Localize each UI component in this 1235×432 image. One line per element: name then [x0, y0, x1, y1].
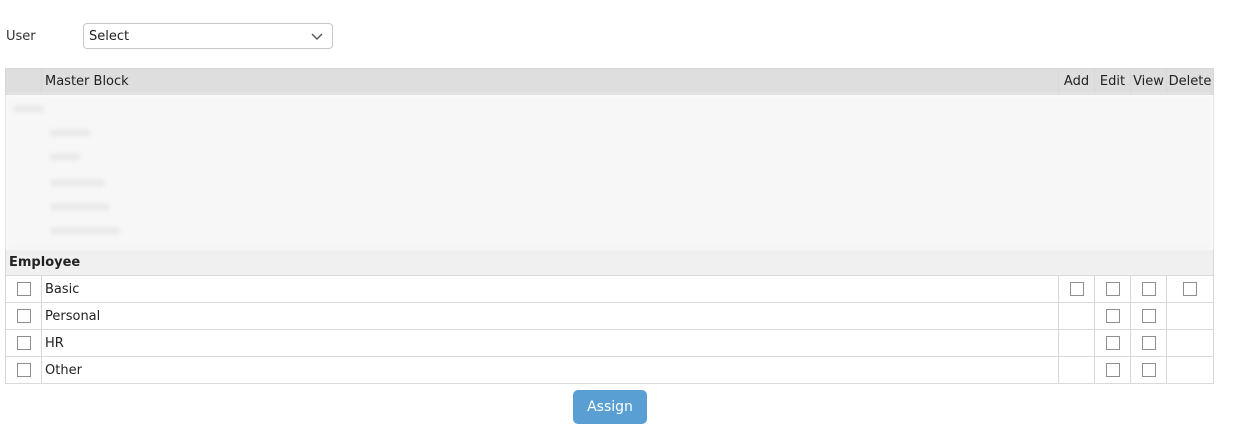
add-cell	[1059, 303, 1095, 329]
table-row: HR	[6, 330, 1213, 357]
section-employee: Employee	[6, 250, 1213, 276]
row-select-cell	[6, 330, 42, 356]
view-checkbox[interactable]	[1141, 336, 1156, 350]
edit-checkbox[interactable]	[1105, 282, 1120, 296]
row-select-checkbox[interactable]	[16, 363, 31, 377]
header-master-block: Master Block	[42, 69, 1059, 94]
user-selector-row: User Select	[6, 22, 333, 50]
header-delete: Delete	[1168, 74, 1212, 89]
row-label: Basic	[42, 276, 1059, 302]
view-cell	[1131, 303, 1167, 329]
add-checkbox[interactable]	[1069, 282, 1084, 296]
table-header: Master Block Add Edit View Delete	[6, 69, 1213, 95]
delete-checkbox[interactable]	[1183, 282, 1197, 296]
edit-cell	[1095, 330, 1131, 356]
user-label: User	[6, 28, 36, 44]
delete-cell	[1167, 330, 1213, 356]
row-select-checkbox[interactable]	[16, 282, 31, 296]
delete-cell	[1167, 303, 1213, 329]
add-cell	[1059, 276, 1095, 302]
row-select-cell	[6, 357, 42, 383]
delete-cell	[1167, 276, 1213, 302]
row-label: HR	[42, 330, 1059, 356]
view-cell	[1131, 276, 1167, 302]
header-checkbox-col	[6, 69, 42, 94]
permissions-table: Master Block Add Edit View Delete Employ…	[5, 68, 1214, 384]
delete-cell	[1167, 357, 1213, 383]
user-select-value: Select	[89, 28, 130, 44]
edit-checkbox[interactable]	[1105, 336, 1120, 350]
view-cell	[1131, 357, 1167, 383]
header-edit: Edit	[1095, 69, 1131, 94]
row-select-checkbox[interactable]	[16, 309, 31, 323]
view-checkbox[interactable]	[1141, 282, 1156, 296]
row-label: Personal	[42, 303, 1059, 329]
view-checkbox[interactable]	[1141, 309, 1156, 323]
header-add: Add	[1059, 69, 1095, 94]
assign-button[interactable]: Assign	[573, 390, 647, 424]
view-cell	[1131, 330, 1167, 356]
row-select-checkbox[interactable]	[16, 336, 31, 350]
table-row: Basic	[6, 276, 1213, 303]
add-cell	[1059, 330, 1095, 356]
table-row: Personal	[6, 303, 1213, 330]
row-select-cell	[6, 303, 42, 329]
view-checkbox[interactable]	[1141, 363, 1156, 377]
user-select[interactable]: Select	[83, 23, 333, 49]
table-row: Other	[6, 357, 1213, 384]
edit-cell	[1095, 276, 1131, 302]
edit-checkbox[interactable]	[1105, 309, 1120, 323]
edit-cell	[1095, 303, 1131, 329]
chevron-down-icon	[311, 33, 323, 40]
header-view: View	[1131, 69, 1167, 94]
add-cell	[1059, 357, 1095, 383]
employee-rows: Basic Personal HR Other	[6, 276, 1213, 384]
edit-cell	[1095, 357, 1131, 383]
blurred-rows-region	[6, 95, 1213, 250]
row-label: Other	[42, 357, 1059, 383]
edit-checkbox[interactable]	[1105, 363, 1120, 377]
row-select-cell	[6, 276, 42, 302]
